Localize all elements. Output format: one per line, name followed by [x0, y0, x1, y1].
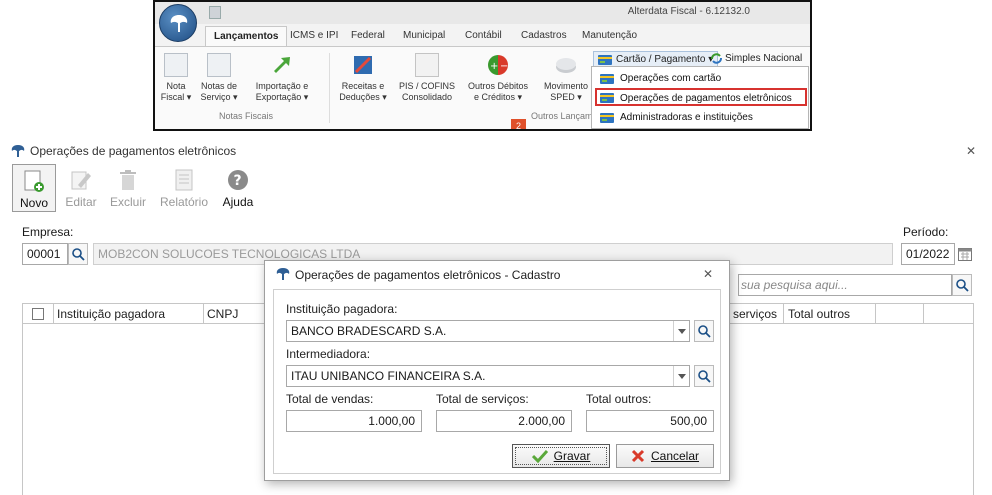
tab-manutencao[interactable]: Manutenção	[582, 30, 637, 41]
intermediadora-select[interactable]: ITAU UNIBANCO FINANCEIRA S.A.	[286, 365, 690, 387]
disk-stack-icon	[554, 53, 578, 77]
nota-fiscal-button[interactable]: Nota Fiscal ▾	[159, 53, 193, 103]
toolbar: Novo Editar Excluir Relatório ? Ajuda	[6, 164, 986, 212]
search-icon	[956, 279, 969, 292]
window-tree-icon	[10, 144, 26, 161]
receitas-icon	[351, 53, 375, 77]
close-icon[interactable]: ✕	[964, 144, 978, 158]
instituicao-select[interactable]: BANCO BRADESCARD S.A.	[286, 320, 690, 342]
app-title: Alterdata Fiscal - 6.12132.0	[627, 6, 750, 17]
importacao-exportacao-button[interactable]: Importação e Exportação ▾	[247, 53, 317, 103]
total-servicos-label: Total de serviços:	[436, 392, 529, 406]
credit-card-icon	[600, 113, 614, 126]
document-icon	[164, 53, 188, 77]
calendar-icon	[958, 248, 972, 261]
group-separator	[329, 53, 330, 123]
simples-nacional-icon	[711, 53, 722, 67]
intermediadora-search-button[interactable]	[694, 365, 714, 387]
gravar-button[interactable]: Gravar	[512, 444, 610, 468]
tab-cadastros[interactable]: Cadastros	[521, 30, 567, 41]
intermediadora-label: Intermediadora:	[286, 347, 371, 361]
notification-badge: 2	[511, 119, 526, 129]
tab-lancamentos[interactable]: Lançamentos	[205, 26, 288, 47]
calendar-button[interactable]	[955, 243, 975, 265]
save-icon[interactable]	[209, 6, 221, 19]
instituicao-label: Instituição pagadora:	[286, 302, 398, 316]
group-label-outros: Outros Lançam	[531, 111, 593, 121]
report-icon	[172, 168, 196, 192]
svg-text:?: ?	[234, 173, 242, 189]
editar-button[interactable]: Editar	[60, 164, 102, 212]
document-icon	[207, 53, 231, 77]
window-tree-icon	[275, 267, 291, 284]
group-label-notas-fiscais: Notas Fiscais	[219, 111, 274, 121]
search-icon	[698, 325, 711, 338]
cancel-x-icon	[631, 449, 645, 463]
svg-text:−: −	[500, 61, 508, 72]
plus-minus-icon: + −	[486, 53, 510, 77]
cadastro-dialog: Operações de pagamentos eletrônicos - Ca…	[264, 260, 730, 481]
total-vendas-label: Total de vendas:	[286, 392, 374, 406]
pis-cofins-button[interactable]: PIS / COFINS Consolidado	[395, 53, 459, 103]
tab-federal[interactable]: Federal	[351, 30, 385, 41]
dialog-title: Operações de pagamentos eletrônicos - Ca…	[295, 268, 561, 282]
movimento-sped-button[interactable]: Movimento SPED ▾	[539, 53, 593, 103]
cancelar-button[interactable]: Cancelar	[616, 444, 714, 468]
tab-municipal[interactable]: Municipal	[403, 30, 445, 41]
novo-button[interactable]: Novo	[12, 164, 56, 212]
ajuda-button[interactable]: ? Ajuda	[218, 164, 258, 212]
cartao-pagamento-menu: Operações com cartão Operações de pagame…	[591, 66, 809, 129]
menu-item-operacoes-cartao[interactable]: Operações com cartão	[592, 70, 808, 88]
chevron-down-icon[interactable]	[673, 321, 689, 341]
col-total-servicos[interactable]: serviços	[733, 307, 777, 321]
receitas-deducoes-button[interactable]: Receitas e Deduções ▾	[337, 53, 389, 103]
col-instituicao-pagadora[interactable]: Instituição pagadora	[57, 307, 165, 321]
total-outros-input[interactable]: 500,00	[586, 410, 714, 432]
new-document-icon	[22, 169, 46, 193]
close-icon[interactable]: ✕	[703, 267, 713, 281]
tab-contabil[interactable]: Contábil	[465, 30, 502, 41]
tab-icms-ipi[interactable]: ICMS e IPI	[290, 30, 338, 41]
menu-item-operacoes-pagamentos-eletronicos[interactable]: Operações de pagamentos eletrônicos	[595, 88, 807, 106]
grid-search-input[interactable]: sua pesquisa aqui...	[738, 274, 952, 296]
empresa-label: Empresa:	[22, 225, 74, 239]
pencil-icon	[69, 168, 93, 192]
search-icon	[72, 248, 85, 261]
col-total-outros[interactable]: Total outros	[788, 307, 850, 321]
credit-card-icon	[600, 74, 614, 87]
chevron-down-icon[interactable]	[673, 366, 689, 386]
periodo-field[interactable]: 01/2022	[901, 243, 955, 265]
outros-debitos-button[interactable]: + − Outros Débitos e Créditos ▾	[463, 53, 533, 103]
dialog-body: Instituição pagadora: BANCO BRADESCARD S…	[273, 289, 721, 474]
periodo-label: Período:	[903, 225, 949, 239]
grid-search-button[interactable]	[952, 274, 972, 296]
relatorio-button[interactable]: Relatório	[156, 164, 212, 212]
select-all-checkbox[interactable]	[32, 308, 44, 320]
ribbon-titlebar: Alterdata Fiscal - 6.12132.0	[155, 2, 810, 42]
trash-icon	[116, 168, 140, 192]
search-icon	[698, 370, 711, 383]
col-cnpj[interactable]: CNPJ	[207, 307, 238, 321]
total-outros-label: Total outros:	[586, 392, 652, 406]
credit-card-icon	[600, 93, 614, 106]
excluir-button[interactable]: Excluir	[106, 164, 150, 212]
empresa-code-field[interactable]: 00001	[22, 243, 68, 265]
checkmark-icon	[531, 449, 548, 464]
total-servicos-input[interactable]: 2.000,00	[436, 410, 572, 432]
instituicao-search-button[interactable]	[694, 320, 714, 342]
menu-item-administradoras[interactable]: Administradoras e instituições	[592, 109, 808, 127]
notas-servico-button[interactable]: Notas de Serviço ▾	[197, 53, 241, 103]
document-icon	[415, 53, 439, 77]
empresa-search-button[interactable]	[68, 243, 88, 265]
import-export-arrow-icon	[270, 53, 294, 77]
total-vendas-input[interactable]: 1.000,00	[286, 410, 422, 432]
window-title: Operações de pagamentos eletrônicos	[30, 144, 237, 158]
ribbon-tabs: Lançamentos ICMS e IPI Federal Municipal…	[155, 24, 810, 47]
svg-text:+: +	[490, 61, 498, 72]
help-icon: ?	[226, 168, 250, 192]
